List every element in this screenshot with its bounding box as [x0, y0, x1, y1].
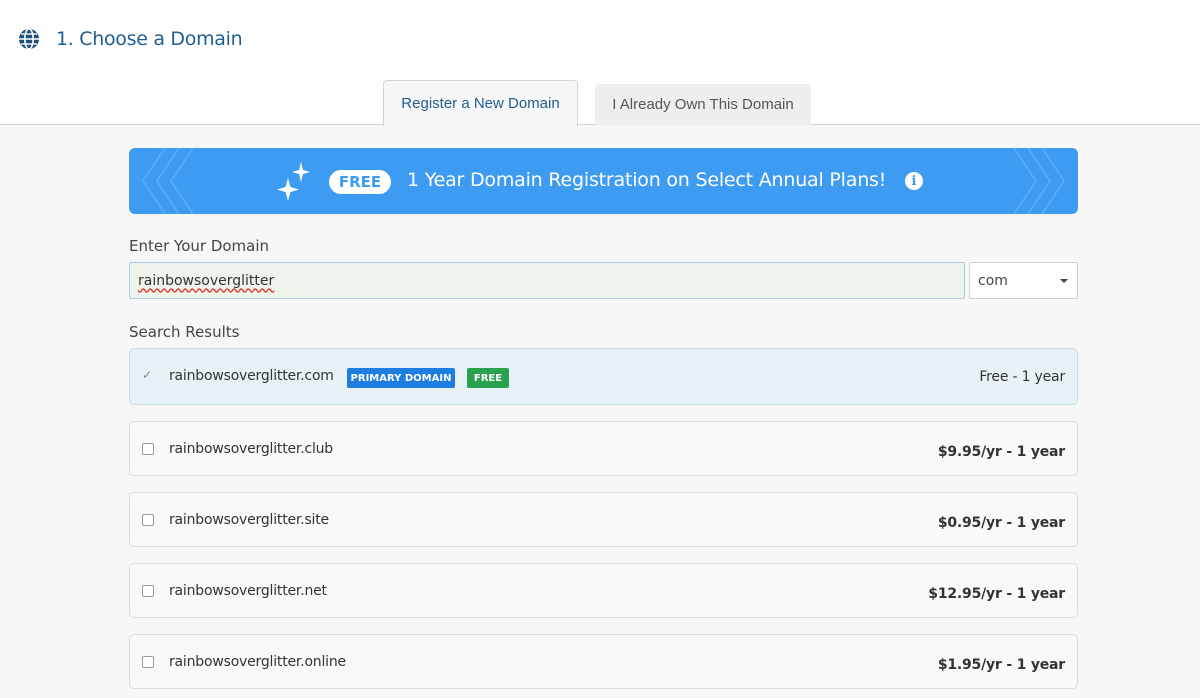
search-results-label: Search Results	[129, 323, 240, 341]
tld-select-value: com	[978, 272, 1008, 289]
result-row[interactable]: rainbowsoverglitter.online $1.95/yr - 1 …	[129, 634, 1078, 689]
free-pill: FREE	[329, 170, 391, 194]
result-price: $12.95/yr - 1 year	[928, 586, 1065, 602]
result-checkbox[interactable]	[142, 514, 154, 526]
info-icon[interactable]: i	[905, 172, 923, 190]
tld-select[interactable]: com	[969, 262, 1078, 299]
free-badge: FREE	[467, 368, 509, 388]
result-row[interactable]: ✓ rainbowsoverglitter.com PRIMARY DOMAIN…	[129, 348, 1078, 405]
result-row[interactable]: rainbowsoverglitter.club $9.95/yr - 1 ye…	[129, 421, 1078, 476]
domain-input[interactable]: rainbowsoverglitter	[129, 262, 965, 299]
domain-input-value: rainbowsoverglitter	[138, 272, 275, 289]
result-price: $1.95/yr - 1 year	[937, 657, 1065, 673]
result-domain-name: rainbowsoverglitter.online	[169, 654, 346, 670]
result-price: $9.95/yr - 1 year	[937, 444, 1065, 460]
tab-register-new-domain[interactable]: Register a New Domain	[383, 80, 578, 126]
result-checkbox[interactable]	[142, 443, 154, 455]
page-title: 1. Choose a Domain	[56, 28, 243, 50]
result-checkbox[interactable]	[142, 656, 154, 668]
caret-down-icon	[1060, 279, 1068, 283]
result-row[interactable]: rainbowsoverglitter.site $0.95/yr - 1 ye…	[129, 492, 1078, 547]
main-content: FREE 1 Year Domain Registration on Selec…	[0, 125, 1200, 698]
sparkle-icon	[277, 162, 310, 201]
chevron-pattern-right	[1013, 148, 1065, 214]
promo-banner: FREE 1 Year Domain Registration on Selec…	[129, 148, 1078, 214]
result-checkbox[interactable]	[142, 585, 154, 597]
result-domain-name: rainbowsoverglitter.net	[169, 583, 327, 599]
result-price: Free - 1 year	[979, 369, 1065, 385]
globe-icon	[19, 28, 39, 50]
banner-text: 1 Year Domain Registration on Select Ann…	[407, 169, 887, 191]
result-row[interactable]: rainbowsoverglitter.net $12.95/yr - 1 ye…	[129, 563, 1078, 618]
result-domain-name: rainbowsoverglitter.site	[169, 512, 329, 528]
result-domain-name: rainbowsoverglitter.club	[169, 441, 333, 457]
tab-already-own-domain[interactable]: I Already Own This Domain	[595, 84, 811, 125]
result-checkbox[interactable]: ✓	[142, 369, 154, 381]
result-domain-name: rainbowsoverglitter.com	[169, 368, 334, 384]
enter-domain-label: Enter Your Domain	[129, 237, 270, 255]
primary-domain-badge: PRIMARY DOMAIN	[347, 368, 455, 388]
result-price: $0.95/yr - 1 year	[937, 515, 1065, 531]
chevron-pattern-left	[142, 148, 194, 214]
step-title: 1. Choose a Domain	[18, 28, 243, 50]
